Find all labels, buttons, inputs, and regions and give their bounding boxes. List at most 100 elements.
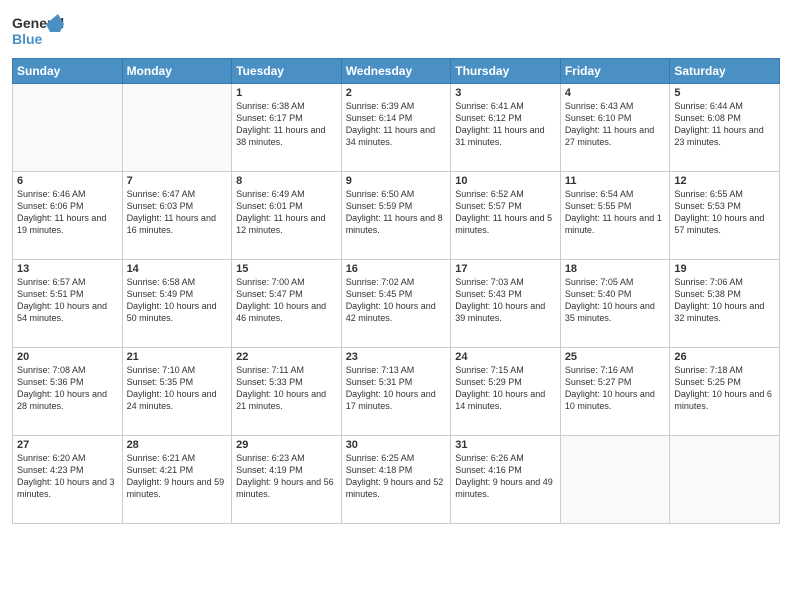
day-number: 3: [455, 87, 556, 99]
day-number: 11: [565, 175, 666, 187]
sunrise-text: Sunrise: 7:11 AM: [236, 365, 304, 375]
weekday-header-friday: Friday: [560, 59, 670, 84]
sunset-text: Sunset: 6:17 PM: [236, 113, 303, 123]
calendar-week-row: 20Sunrise: 7:08 AMSunset: 5:36 PMDayligh…: [13, 348, 780, 436]
daylight-text: Daylight: 10 hours and 24 minutes.: [127, 389, 217, 411]
daylight-text: Daylight: 9 hours and 49 minutes.: [455, 477, 553, 499]
calendar-cell: 15Sunrise: 7:00 AMSunset: 5:47 PMDayligh…: [232, 260, 342, 348]
sunrise-text: Sunrise: 7:05 AM: [565, 277, 634, 287]
daylight-text: Daylight: 9 hours and 52 minutes.: [346, 477, 444, 499]
calendar-cell: 21Sunrise: 7:10 AMSunset: 5:35 PMDayligh…: [122, 348, 232, 436]
day-number: 10: [455, 175, 556, 187]
daylight-text: Daylight: 11 hours and 5 minutes.: [455, 213, 552, 235]
weekday-header-tuesday: Tuesday: [232, 59, 342, 84]
cell-info: Sunrise: 6:38 AMSunset: 6:17 PMDaylight:…: [236, 100, 337, 149]
cell-info: Sunrise: 6:20 AMSunset: 4:23 PMDaylight:…: [17, 452, 118, 501]
day-number: 21: [127, 351, 228, 363]
weekday-header-monday: Monday: [122, 59, 232, 84]
sunset-text: Sunset: 5:38 PM: [674, 289, 741, 299]
sunset-text: Sunset: 5:55 PM: [565, 201, 632, 211]
cell-info: Sunrise: 7:02 AMSunset: 5:45 PMDaylight:…: [346, 276, 447, 325]
day-number: 6: [17, 175, 118, 187]
sunset-text: Sunset: 5:27 PM: [565, 377, 632, 387]
daylight-text: Daylight: 11 hours and 19 minutes.: [17, 213, 106, 235]
daylight-text: Daylight: 9 hours and 56 minutes.: [236, 477, 334, 499]
cell-info: Sunrise: 7:11 AMSunset: 5:33 PMDaylight:…: [236, 364, 337, 413]
weekday-header-sunday: Sunday: [13, 59, 123, 84]
calendar-cell: [560, 436, 670, 524]
calendar-cell: 18Sunrise: 7:05 AMSunset: 5:40 PMDayligh…: [560, 260, 670, 348]
sunrise-text: Sunrise: 7:15 AM: [455, 365, 524, 375]
daylight-text: Daylight: 10 hours and 46 minutes.: [236, 301, 326, 323]
sunset-text: Sunset: 5:49 PM: [127, 289, 194, 299]
calendar-cell: 6 Sunrise: 6:46 AM Sunset: 6:06 PM Daylight…: [13, 172, 123, 260]
cell-info: Sunrise: 7:05 AMSunset: 5:40 PMDaylight:…: [565, 276, 666, 325]
sunset-text: Sunset: 4:21 PM: [127, 465, 194, 475]
calendar-cell: [670, 436, 780, 524]
sunset-text: Sunset: 4:16 PM: [455, 465, 522, 475]
sunset-text: Sunset: 4:19 PM: [236, 465, 303, 475]
cell-info: Sunrise: 7:00 AMSunset: 5:47 PMDaylight:…: [236, 276, 337, 325]
cell-info: Sunrise: 6:39 AMSunset: 6:14 PMDaylight:…: [346, 100, 447, 149]
calendar-cell: 31Sunrise: 6:26 AMSunset: 4:16 PMDayligh…: [451, 436, 561, 524]
sunrise-text: Sunrise: 7:18 AM: [674, 365, 743, 375]
sunrise-text: Sunrise: 6:23 AM: [236, 453, 305, 463]
sunset-text: Sunset: 6:06 PM: [17, 201, 84, 211]
calendar-cell: 3Sunrise: 6:41 AMSunset: 6:12 PMDaylight…: [451, 84, 561, 172]
sunrise-text: Sunrise: 6:47 AM: [127, 189, 196, 199]
day-number: 15: [236, 263, 337, 275]
sunrise-text: Sunrise: 6:38 AM: [236, 101, 305, 111]
sunrise-text: Sunrise: 6:26 AM: [455, 453, 524, 463]
sunrise-text: Sunrise: 7:03 AM: [455, 277, 524, 287]
sunrise-text: Sunrise: 6:46 AM: [17, 189, 86, 199]
sunset-text: Sunset: 6:14 PM: [346, 113, 413, 123]
sunrise-text: Sunrise: 7:16 AM: [565, 365, 634, 375]
sunset-text: Sunset: 5:45 PM: [346, 289, 413, 299]
calendar-week-row: 13Sunrise: 6:57 AMSunset: 5:51 PMDayligh…: [13, 260, 780, 348]
daylight-text: Daylight: 11 hours and 27 minutes.: [565, 125, 654, 147]
sunset-text: Sunset: 5:33 PM: [236, 377, 303, 387]
sunset-text: Sunset: 6:01 PM: [236, 201, 303, 211]
calendar-cell: 1Sunrise: 6:38 AMSunset: 6:17 PMDaylight…: [232, 84, 342, 172]
daylight-text: Daylight: 10 hours and 35 minutes.: [565, 301, 655, 323]
daylight-text: Daylight: 10 hours and 3 minutes.: [17, 477, 115, 499]
day-number: 12: [674, 175, 775, 187]
cell-info: Sunrise: 6:49 AMSunset: 6:01 PMDaylight:…: [236, 188, 337, 237]
cell-info: Sunrise: 7:15 AMSunset: 5:29 PMDaylight:…: [455, 364, 556, 413]
daylight-text: Daylight: 10 hours and 54 minutes.: [17, 301, 107, 323]
sunset-text: Sunset: 5:31 PM: [346, 377, 413, 387]
calendar-week-row: 27Sunrise: 6:20 AMSunset: 4:23 PMDayligh…: [13, 436, 780, 524]
sunrise-text: Sunrise: 6:54 AM: [565, 189, 634, 199]
day-number: 2: [346, 87, 447, 99]
daylight-text: Daylight: 9 hours and 59 minutes.: [127, 477, 225, 499]
calendar-cell: 5Sunrise: 6:44 AMSunset: 6:08 PMDaylight…: [670, 84, 780, 172]
cell-info: Sunrise: 6:46 AM Sunset: 6:06 PM Daylight:…: [17, 188, 118, 237]
calendar-cell: 29Sunrise: 6:23 AMSunset: 4:19 PMDayligh…: [232, 436, 342, 524]
weekday-header-row: SundayMondayTuesdayWednesdayThursdayFrid…: [13, 59, 780, 84]
cell-info: Sunrise: 6:41 AMSunset: 6:12 PMDaylight:…: [455, 100, 556, 149]
sunrise-text: Sunrise: 6:49 AM: [236, 189, 305, 199]
logo: General Blue: [12, 10, 64, 52]
cell-info: Sunrise: 6:58 AMSunset: 5:49 PMDaylight:…: [127, 276, 228, 325]
calendar-cell: 12Sunrise: 6:55 AMSunset: 5:53 PMDayligh…: [670, 172, 780, 260]
day-number: 13: [17, 263, 118, 275]
calendar-week-row: 6 Sunrise: 6:46 AM Sunset: 6:06 PM Daylight…: [13, 172, 780, 260]
day-number: 9: [346, 175, 447, 187]
cell-info: Sunrise: 7:03 AMSunset: 5:43 PMDaylight:…: [455, 276, 556, 325]
sunrise-text: Sunrise: 6:20 AM: [17, 453, 86, 463]
day-number: 20: [17, 351, 118, 363]
day-number: 14: [127, 263, 228, 275]
cell-info: Sunrise: 6:43 AMSunset: 6:10 PMDaylight:…: [565, 100, 666, 149]
cell-info: Sunrise: 6:47 AMSunset: 6:03 PMDaylight:…: [127, 188, 228, 237]
sunset-text: Sunset: 4:18 PM: [346, 465, 413, 475]
daylight-text: Daylight: 10 hours and 10 minutes.: [565, 389, 655, 411]
sunset-text: Sunset: 5:51 PM: [17, 289, 84, 299]
calendar-cell: 8Sunrise: 6:49 AMSunset: 6:01 PMDaylight…: [232, 172, 342, 260]
cell-info: Sunrise: 6:57 AMSunset: 5:51 PMDaylight:…: [17, 276, 118, 325]
day-number: 22: [236, 351, 337, 363]
calendar-cell: 19Sunrise: 7:06 AMSunset: 5:38 PMDayligh…: [670, 260, 780, 348]
svg-text:Blue: Blue: [12, 31, 43, 47]
weekday-header-thursday: Thursday: [451, 59, 561, 84]
day-number: 26: [674, 351, 775, 363]
day-number: 30: [346, 439, 447, 451]
